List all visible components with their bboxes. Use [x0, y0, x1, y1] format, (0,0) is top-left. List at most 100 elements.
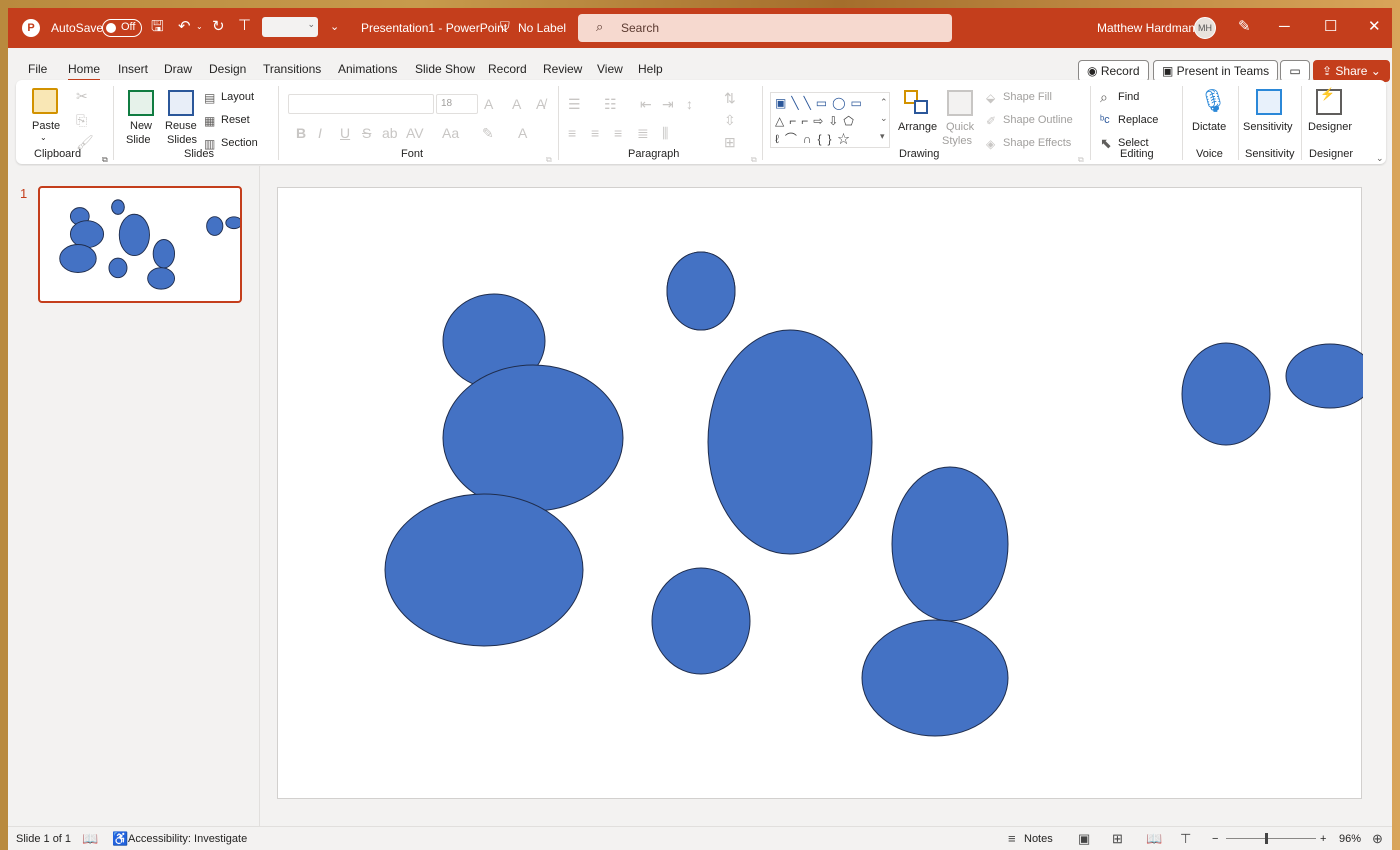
tab-file[interactable]: File — [28, 62, 47, 76]
strikethrough-icon[interactable]: S — [362, 125, 371, 141]
shape-fill-button[interactable]: Shape Fill — [1003, 91, 1052, 103]
slide-ellipse-11[interactable] — [666, 251, 736, 331]
tab-review[interactable]: Review — [543, 62, 582, 76]
cut-icon[interactable]: ✂ — [76, 88, 88, 104]
book-icon[interactable]: 📖 — [82, 831, 98, 847]
undo-icon[interactable]: ↶ — [178, 19, 191, 35]
slideshow-icon[interactable]: ⊤ — [1180, 831, 1191, 847]
slide-ellipse-10[interactable] — [861, 619, 1009, 737]
tab-view[interactable]: View — [597, 62, 623, 76]
align-text-icon[interactable]: ⇳ — [724, 112, 736, 128]
change-case-icon[interactable]: Aa — [442, 125, 459, 141]
bullets-icon[interactable]: ☰ — [568, 96, 581, 112]
minimize-icon[interactable]: ─ — [1279, 19, 1290, 35]
accessibility-status[interactable]: Accessibility: Investigate — [128, 833, 247, 845]
underline-icon[interactable]: U — [340, 125, 350, 141]
clear-formatting-icon[interactable]: A̸ — [536, 96, 545, 112]
record-button[interactable]: ◉ Record — [1078, 60, 1149, 82]
slide-ellipse-3[interactable] — [1285, 343, 1375, 409]
section-button[interactable]: Section — [221, 137, 258, 149]
wand-icon[interactable]: ✎ — [1238, 19, 1251, 35]
gallery-scroll-down-icon[interactable]: ⌄ — [880, 110, 888, 126]
gallery-more-icon[interactable]: ▾ — [880, 128, 885, 144]
text-direction-icon[interactable]: ⇅ — [724, 90, 736, 106]
tab-design[interactable]: Design — [209, 62, 246, 76]
align-center-icon[interactable]: ≡ — [591, 125, 599, 141]
tab-home[interactable]: Home — [68, 62, 101, 81]
zoom-slider-thumb[interactable] — [1265, 833, 1268, 844]
shadow-icon[interactable]: ab — [382, 125, 398, 141]
zoom-level[interactable]: 96% — [1339, 833, 1361, 845]
zoom-in-icon[interactable]: + — [1320, 833, 1326, 845]
notes-icon[interactable]: ≡ — [1008, 831, 1016, 846]
justify-icon[interactable]: ≣ — [637, 125, 649, 141]
reuse-slides-label-1[interactable]: Reuse — [165, 120, 197, 132]
character-spacing-icon[interactable]: AV — [406, 125, 424, 141]
shape-effects-button[interactable]: Shape Effects — [1003, 137, 1071, 149]
close-icon[interactable]: ✕ — [1368, 19, 1381, 35]
sensitivity-label-status[interactable]: No Label — [518, 21, 566, 35]
columns-icon[interactable]: ⫼ — [662, 125, 668, 141]
chevron-down-icon[interactable]: ⌄ — [40, 133, 47, 142]
new-slide-label-1[interactable]: New — [130, 120, 152, 132]
tab-slide-show[interactable]: Slide Show — [415, 62, 475, 76]
slide-ellipse-9[interactable] — [651, 567, 751, 675]
italic-icon[interactable]: I — [318, 125, 322, 141]
replace-button[interactable]: Replace — [1118, 114, 1158, 126]
slide-canvas[interactable] — [277, 187, 1375, 799]
font-size-combo[interactable]: 18 — [436, 94, 478, 114]
comments-button[interactable]: ▭ — [1280, 60, 1310, 82]
search-input[interactable]: ⌕ Search — [578, 14, 952, 42]
notes-button[interactable]: Notes — [1024, 833, 1053, 845]
quick-styles-label-2[interactable]: Styles — [942, 135, 972, 147]
reset-button[interactable]: Reset — [221, 114, 250, 126]
slide-ellipse-8[interactable] — [384, 493, 584, 647]
gallery-scroll-up-icon[interactable]: ⌃ — [880, 94, 888, 110]
present-from-start-icon[interactable]: ⊤ — [238, 18, 251, 34]
sensitivity-button[interactable]: Sensitivity — [1243, 121, 1293, 133]
slide-sorter-icon[interactable]: ⊞ — [1112, 831, 1123, 847]
paste-button[interactable]: Paste — [32, 120, 60, 132]
customize-toolbar-icon[interactable]: ⌄ — [330, 19, 339, 35]
slide-ellipse-4[interactable] — [1181, 342, 1271, 446]
designer-button[interactable]: Designer — [1308, 121, 1352, 133]
normal-view-icon[interactable]: ▣ — [1078, 831, 1090, 847]
accessibility-icon[interactable]: ♿ — [112, 831, 128, 847]
save-icon[interactable]: 🖫 — [151, 19, 164, 35]
line-spacing-icon[interactable]: ↕ — [686, 96, 693, 112]
autosave-toggle[interactable]: Off — [102, 19, 142, 37]
align-left-icon[interactable]: ≡ — [568, 125, 576, 141]
quick-font-box[interactable]: ⌄ — [262, 17, 318, 37]
align-right-icon[interactable]: ≡ — [614, 125, 622, 141]
layout-button[interactable]: Layout — [221, 91, 254, 103]
maximize-icon[interactable]: ☐ — [1324, 19, 1337, 35]
share-button[interactable]: ⇪ Share ⌄ — [1313, 60, 1390, 82]
tab-transitions[interactable]: Transitions — [263, 62, 321, 76]
numbering-icon[interactable]: ☷ — [604, 96, 617, 112]
redo-icon[interactable]: ↻ — [212, 19, 225, 35]
highlight-icon[interactable]: ✎ — [482, 125, 494, 141]
shapes-gallery[interactable]: ▣╲╲▭◯▭ △⌐⌐⇨⇩⬠ ℓ⌒∩{}☆ — [770, 92, 890, 148]
undo-dropdown-icon[interactable]: ⌄ — [196, 19, 203, 35]
arrange-button[interactable]: Arrange — [898, 121, 937, 133]
tab-insert[interactable]: Insert — [118, 62, 148, 76]
fit-to-window-icon[interactable]: ⊕ — [1372, 831, 1383, 847]
tab-help[interactable]: Help — [638, 62, 663, 76]
shrink-font-icon[interactable]: A — [512, 96, 521, 112]
slide-thumbnail[interactable] — [38, 186, 242, 303]
slide-ellipse-7[interactable] — [891, 466, 1009, 622]
tab-animations[interactable]: Animations — [338, 62, 397, 76]
tab-draw[interactable]: Draw — [164, 62, 192, 76]
reading-view-icon[interactable]: 📖 — [1146, 831, 1162, 847]
shape-outline-button[interactable]: Shape Outline — [1003, 114, 1073, 126]
slide-ellipse-6[interactable] — [442, 364, 624, 512]
copy-icon[interactable]: ⎘ — [76, 112, 87, 128]
dictate-button[interactable]: Dictate — [1192, 121, 1226, 133]
collapse-ribbon-icon[interactable]: ⌄ — [1376, 150, 1384, 166]
zoom-slider[interactable] — [1226, 838, 1316, 839]
grow-font-icon[interactable]: A — [484, 96, 493, 112]
font-name-combo[interactable] — [288, 94, 434, 114]
increase-indent-icon[interactable]: ⇥ — [662, 96, 674, 112]
zoom-out-icon[interactable]: − — [1212, 833, 1218, 845]
new-slide-label-2[interactable]: Slide — [126, 134, 150, 146]
